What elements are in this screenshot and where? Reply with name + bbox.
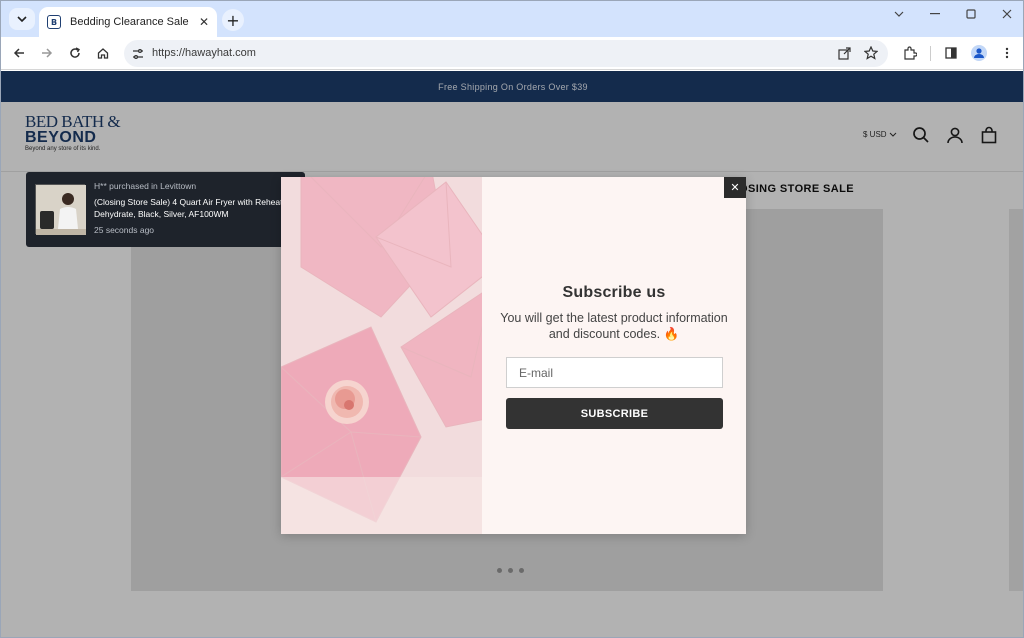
subscribe-button[interactable]: SUBSCRIBE — [506, 398, 723, 429]
browser-tab[interactable]: B Bedding Clearance Sale ✕ — [39, 7, 217, 37]
subscribe-modal: ✕ Subscribe us You will get the latest p… — [281, 177, 746, 534]
email-field[interactable] — [506, 357, 723, 388]
flower-decoration — [325, 380, 369, 424]
address-bar[interactable]: https://hawayhat.com — [124, 40, 888, 67]
web-page: Free Shipping On Orders Over $39 BED BAT… — [1, 71, 1023, 637]
purchase-product-name: (Closing Store Sale) 4 Quart Air Fryer w… — [94, 197, 291, 219]
site-favicon-icon: B — [47, 15, 61, 29]
forward-icon[interactable] — [36, 42, 58, 64]
purchase-time: 25 seconds ago — [94, 225, 155, 235]
modal-title: Subscribe us — [562, 284, 666, 301]
purchase-meta: H** purchased in Levittown — [94, 181, 197, 191]
url-text: https://hawayhat.com — [152, 47, 256, 59]
envelopes-image — [281, 177, 482, 534]
tab-search-icon[interactable] — [9, 8, 35, 30]
modal-close-button[interactable]: ✕ — [724, 177, 746, 198]
menu-icon[interactable] — [996, 42, 1018, 64]
product-thumbnail — [35, 184, 86, 235]
chevron-down-icon[interactable] — [881, 1, 917, 27]
reload-icon[interactable] — [64, 42, 86, 64]
extensions-icon[interactable] — [899, 42, 921, 64]
profile-icon[interactable] — [968, 42, 990, 64]
tab-bar: B Bedding Clearance Sale ✕ + — [1, 1, 1023, 37]
bookmark-star-icon[interactable] — [863, 45, 879, 65]
modal-description: You will get the latest product informat… — [497, 310, 731, 342]
modal-description-text: You will get the latest product informat… — [500, 311, 728, 341]
new-tab-icon[interactable]: + — [222, 9, 244, 31]
site-settings-icon[interactable] — [132, 47, 144, 65]
back-icon[interactable] — [8, 42, 30, 64]
browser-window: B Bedding Clearance Sale ✕ + https://haw… — [0, 0, 1024, 638]
close-icon[interactable]: ✕ — [199, 15, 209, 29]
side-panel-icon[interactable] — [940, 42, 962, 64]
minimize-icon[interactable] — [917, 1, 953, 27]
purchase-notification[interactable]: H** purchased in Levittown (Closing Stor… — [26, 172, 305, 247]
maximize-icon[interactable] — [953, 1, 989, 27]
home-icon[interactable] — [92, 42, 114, 64]
fire-icon: 🔥 — [663, 327, 680, 341]
share-icon[interactable] — [838, 47, 851, 65]
browser-toolbar: https://hawayhat.com — [1, 37, 1023, 70]
tab-title: Bedding Clearance Sale — [70, 16, 189, 28]
toolbar-divider — [930, 46, 931, 61]
window-close-icon[interactable] — [989, 1, 1023, 27]
